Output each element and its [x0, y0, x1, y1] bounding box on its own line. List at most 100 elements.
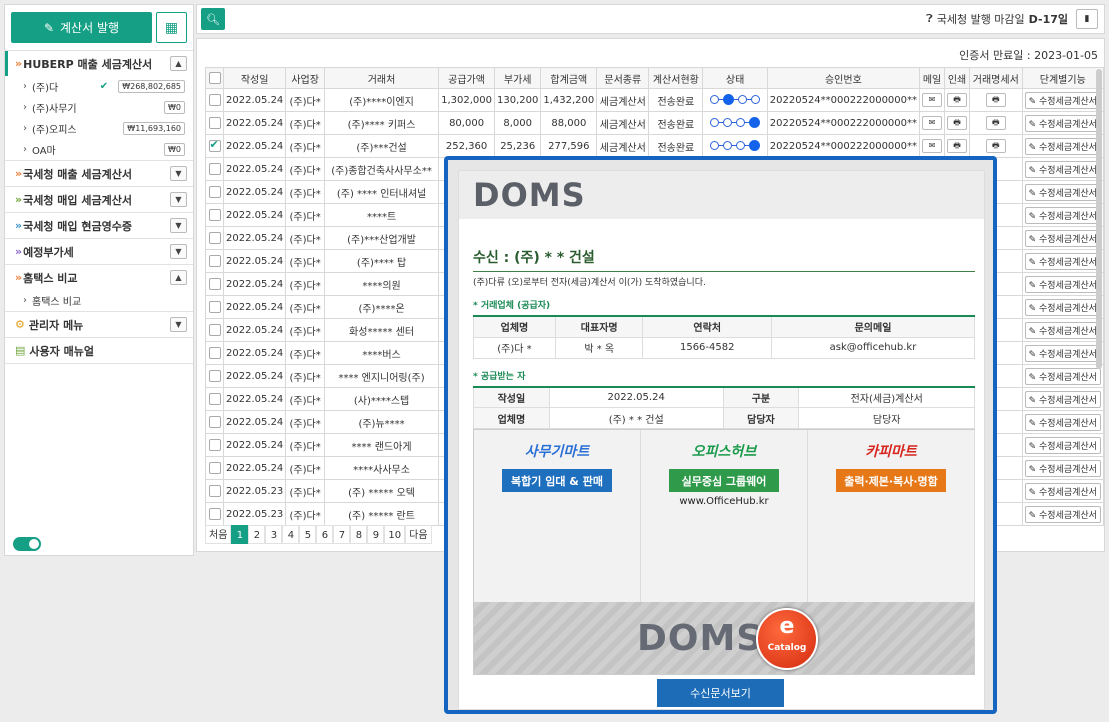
column-header[interactable]: 상태	[702, 67, 768, 89]
table-row[interactable]: 2022.05.24 (주)다* (주)**** 키퍼스 80,000 8,000 88,…	[204, 111, 1104, 135]
row-select-cell[interactable]	[204, 249, 225, 273]
edit-invoice-button[interactable]: ✎ 수정세금계산서	[1024, 321, 1101, 339]
menu-item[interactable]: » 국세청 매입 세금계산서 ▼	[5, 187, 193, 212]
row-checkbox[interactable]	[208, 138, 221, 152]
edit-invoice-button[interactable]: ✎ 수정세금계산서	[1024, 367, 1101, 385]
row-checkbox[interactable]	[208, 301, 221, 313]
expand-button[interactable]: ▼	[170, 244, 187, 259]
column-header[interactable]: 거래처	[323, 67, 440, 89]
row-select-cell[interactable]	[204, 318, 225, 342]
ecatalog-button[interactable]: e Catalog	[756, 608, 818, 670]
page-link[interactable]: 다음	[405, 525, 432, 544]
row-checkbox[interactable]	[208, 439, 221, 451]
column-header[interactable]: 작성일	[223, 67, 287, 89]
edit-invoice-button[interactable]: ✎ 수정세금계산서	[1024, 275, 1101, 293]
row-select-cell[interactable]	[204, 134, 225, 158]
column-header[interactable]: 인쇄	[944, 67, 971, 89]
banner-column[interactable]: 사무기마트 복합기 임대 & 판매	[474, 430, 641, 602]
edit-invoice-button[interactable]: ✎ 수정세금계산서	[1024, 436, 1101, 454]
column-header[interactable]: 거래명세서	[969, 67, 1023, 89]
row-select-cell[interactable]	[204, 387, 225, 411]
edit-invoice-button[interactable]: ✎ 수정세금계산서	[1024, 482, 1101, 500]
column-header[interactable]: 부가세	[494, 67, 542, 89]
page-link[interactable]: 7	[333, 525, 351, 544]
page-link[interactable]: 10	[384, 525, 406, 544]
column-header[interactable]: 계산서현황	[648, 67, 704, 89]
edit-invoice-button[interactable]: ✎ 수정세금계산서	[1024, 91, 1101, 109]
row-checkbox[interactable]	[208, 117, 221, 129]
edit-invoice-button[interactable]: ✎ 수정세금계산서	[1024, 390, 1101, 408]
mail-button[interactable]: ✉	[922, 139, 943, 153]
row-checkbox[interactable]	[208, 370, 221, 382]
row-select-cell[interactable]	[204, 157, 225, 181]
guide-book-button[interactable]: ▮	[1076, 9, 1098, 29]
menu-huberp-sales[interactable]: » HUBERP 매출 세금계산서 ▲	[5, 51, 193, 76]
page-link[interactable]: 1	[231, 525, 249, 544]
page-link[interactable]: 2	[248, 525, 266, 544]
sidebar-sub-company[interactable]: › (주)사무기 ₩0	[5, 97, 193, 118]
mail-button[interactable]: ✉	[922, 93, 943, 107]
row-checkbox[interactable]	[208, 416, 221, 428]
promo-banner[interactable]: 사무기마트 복합기 임대 & 판매 오피스허브 실무중심 그룹웨어 www.Office…	[473, 429, 975, 675]
edit-invoice-button[interactable]: ✎ 수정세금계산서	[1024, 505, 1101, 523]
sidebar-sub-company[interactable]: › (주)오피스 ₩11,693,160	[5, 118, 193, 139]
sidebar-toggle-switch[interactable]	[13, 537, 41, 551]
column-header[interactable]: 문서종류	[596, 67, 650, 89]
row-select-cell[interactable]	[204, 226, 225, 250]
table-row[interactable]: 2022.05.24(주)다*(주)***건설252,36025,236277,…	[204, 134, 1104, 158]
edit-invoice-button[interactable]: ✎ 수정세금계산서	[1024, 344, 1101, 362]
select-all-header[interactable]	[204, 67, 225, 89]
edit-invoice-button[interactable]: ✎ 수정세금계산서	[1024, 137, 1101, 155]
menu-item[interactable]: » 국세청 매입 현금영수증 ▼	[5, 213, 193, 238]
row-checkbox[interactable]	[208, 232, 221, 244]
search-button[interactable]: 🔍︎	[201, 8, 225, 30]
view-received-document-button[interactable]: 수신문서보기	[657, 679, 784, 707]
expand-button[interactable]: ▼	[170, 218, 187, 233]
column-header[interactable]: 메일	[919, 67, 946, 89]
issue-invoice-button[interactable]: ✎ 계산서 발행	[11, 12, 152, 43]
edit-invoice-button[interactable]: ✎ 수정세금계산서	[1024, 183, 1101, 201]
page-link[interactable]: 5	[299, 525, 317, 544]
menu-hometax-compare[interactable]: » 홈택스 비교 ▲	[5, 265, 193, 290]
statement-print-button[interactable]: 🖶	[985, 93, 1006, 107]
menu-item[interactable]: » 국세청 매출 세금계산서 ▼	[5, 161, 193, 186]
edit-invoice-button[interactable]: ✎ 수정세금계산서	[1024, 160, 1101, 178]
page-link[interactable]: 3	[265, 525, 283, 544]
page-link[interactable]: 8	[350, 525, 368, 544]
edit-invoice-button[interactable]: ✎ 수정세금계산서	[1024, 298, 1101, 316]
grid-view-button[interactable]: ▦	[156, 12, 187, 43]
row-checkbox[interactable]	[208, 393, 221, 405]
page-link[interactable]: 4	[282, 525, 300, 544]
row-checkbox[interactable]	[208, 508, 221, 520]
edit-invoice-button[interactable]: ✎ 수정세금계산서	[1024, 252, 1101, 270]
row-select-cell[interactable]	[204, 111, 225, 135]
expand-button[interactable]: ▼	[170, 317, 187, 332]
collapse-button[interactable]: ▲	[170, 56, 187, 71]
row-select-cell[interactable]	[204, 456, 225, 480]
row-checkbox[interactable]	[208, 278, 221, 290]
row-checkbox[interactable]	[208, 347, 221, 359]
edit-invoice-button[interactable]: ✎ 수정세금계산서	[1024, 229, 1101, 247]
sidebar-sub-company[interactable]: › OA마 ₩0	[5, 139, 193, 160]
page-link[interactable]: 9	[367, 525, 385, 544]
column-header[interactable]: 승인번호	[766, 67, 921, 89]
row-select-cell[interactable]	[204, 479, 225, 503]
row-checkbox[interactable]	[208, 94, 221, 106]
expand-button[interactable]: ▼	[170, 192, 187, 207]
scrollbar[interactable]	[1096, 69, 1102, 369]
row-select-cell[interactable]	[204, 433, 225, 457]
row-select-cell[interactable]	[204, 203, 225, 227]
row-checkbox[interactable]	[208, 255, 221, 267]
menu-item[interactable]: » 예정부가세 ▼	[5, 239, 193, 264]
edit-invoice-button[interactable]: ✎ 수정세금계산서	[1024, 459, 1101, 477]
menu-admin[interactable]: ⚙ 관리자 메뉴 ▼	[5, 312, 193, 337]
row-checkbox[interactable]	[208, 186, 221, 198]
collapse-button[interactable]: ▲	[170, 270, 187, 285]
banner-column[interactable]: 오피스허브 실무중심 그룹웨어 www.OfficeHub.kr	[641, 430, 808, 602]
column-header[interactable]: 단계별기능	[1021, 67, 1104, 89]
sidebar-sub-hometax[interactable]: › 홈택스 비교	[5, 290, 193, 311]
row-select-cell[interactable]	[204, 502, 225, 526]
row-checkbox[interactable]	[208, 163, 221, 175]
row-select-cell[interactable]	[204, 272, 225, 296]
page-link[interactable]: 6	[316, 525, 334, 544]
